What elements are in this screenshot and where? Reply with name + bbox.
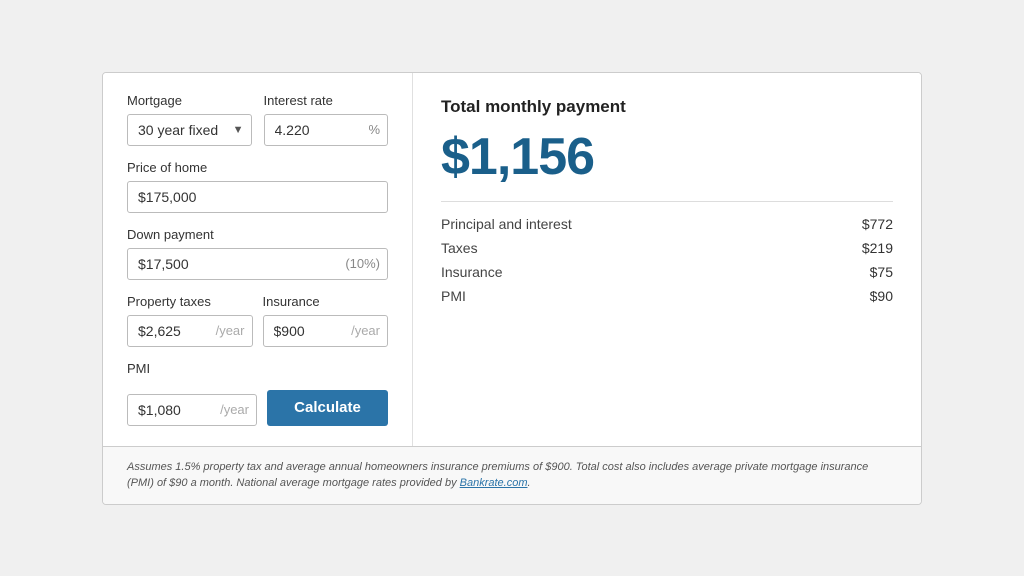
main-card: Mortgage 30 year fixed15 year fixed5/1 A…	[102, 72, 922, 505]
breakdown-label: Taxes	[441, 240, 478, 256]
down-input[interactable]	[127, 248, 388, 280]
top-section: Mortgage 30 year fixed15 year fixed5/1 A…	[103, 73, 921, 446]
breakdown-amount: $90	[870, 288, 893, 304]
taxes-group: Property taxes /year	[127, 294, 253, 347]
left-panel: Mortgage 30 year fixed15 year fixed5/1 A…	[103, 73, 413, 446]
footer-note: Assumes 1.5% property tax and average an…	[103, 446, 921, 504]
mortgage-select-wrapper: 30 year fixed15 year fixed5/1 ARM ▼	[127, 114, 252, 146]
down-group: Down payment (10%)	[127, 227, 388, 280]
breakdown-amount: $772	[862, 216, 893, 232]
insurance-group: Insurance /year	[263, 294, 389, 347]
pmi-label: PMI	[127, 361, 388, 376]
breakdown-container: Principal and interest $772 Taxes $219 Insur…	[441, 216, 893, 304]
total-label: Total monthly payment	[441, 97, 893, 117]
breakdown-amount: $219	[862, 240, 893, 256]
page-wrapper: Mortgage 30 year fixed15 year fixed5/1 A…	[0, 52, 1024, 525]
breakdown-row: Principal and interest $772	[441, 216, 893, 232]
breakdown-amount: $75	[870, 264, 893, 280]
price-label: Price of home	[127, 160, 388, 175]
insurance-wrapper: /year	[263, 315, 389, 347]
right-panel: Total monthly payment $1,156 Principal a…	[413, 73, 921, 446]
price-input[interactable]	[127, 181, 388, 213]
taxes-input[interactable]	[127, 315, 253, 347]
breakdown-label: Insurance	[441, 264, 502, 280]
interest-wrapper: %	[264, 114, 389, 146]
interest-label: Interest rate	[264, 93, 389, 108]
down-label: Down payment	[127, 227, 388, 242]
pmi-input[interactable]	[127, 394, 257, 426]
insurance-label: Insurance	[263, 294, 389, 309]
pmi-label-group: PMI	[127, 361, 388, 382]
interest-input[interactable]	[264, 114, 389, 146]
bankrate-link[interactable]: Bankrate.com	[460, 477, 528, 489]
taxes-label: Property taxes	[127, 294, 253, 309]
insurance-input[interactable]	[263, 315, 389, 347]
price-group: Price of home	[127, 160, 388, 213]
breakdown-row: Taxes $219	[441, 240, 893, 256]
pmi-group: /year	[127, 394, 257, 426]
taxes-insurance-row: Property taxes /year Insurance /year	[127, 294, 388, 347]
mortgage-group: Mortgage 30 year fixed15 year fixed5/1 A…	[127, 93, 252, 146]
pmi-wrapper: /year	[127, 394, 257, 426]
divider	[441, 201, 893, 202]
taxes-wrapper: /year	[127, 315, 253, 347]
interest-group: Interest rate %	[264, 93, 389, 146]
mortgage-select[interactable]: 30 year fixed15 year fixed5/1 ARM	[127, 114, 252, 146]
down-wrapper: (10%)	[127, 248, 388, 280]
mortgage-interest-row: Mortgage 30 year fixed15 year fixed5/1 A…	[127, 93, 388, 146]
breakdown-label: Principal and interest	[441, 216, 572, 232]
breakdown-row: PMI $90	[441, 288, 893, 304]
breakdown-row: Insurance $75	[441, 264, 893, 280]
calculate-button[interactable]: Calculate	[267, 390, 388, 426]
breakdown-label: PMI	[441, 288, 466, 304]
mortgage-label: Mortgage	[127, 93, 252, 108]
pmi-calculate-row: /year Calculate	[127, 390, 388, 426]
total-amount: $1,156	[441, 127, 893, 187]
note-end: .	[528, 477, 531, 489]
